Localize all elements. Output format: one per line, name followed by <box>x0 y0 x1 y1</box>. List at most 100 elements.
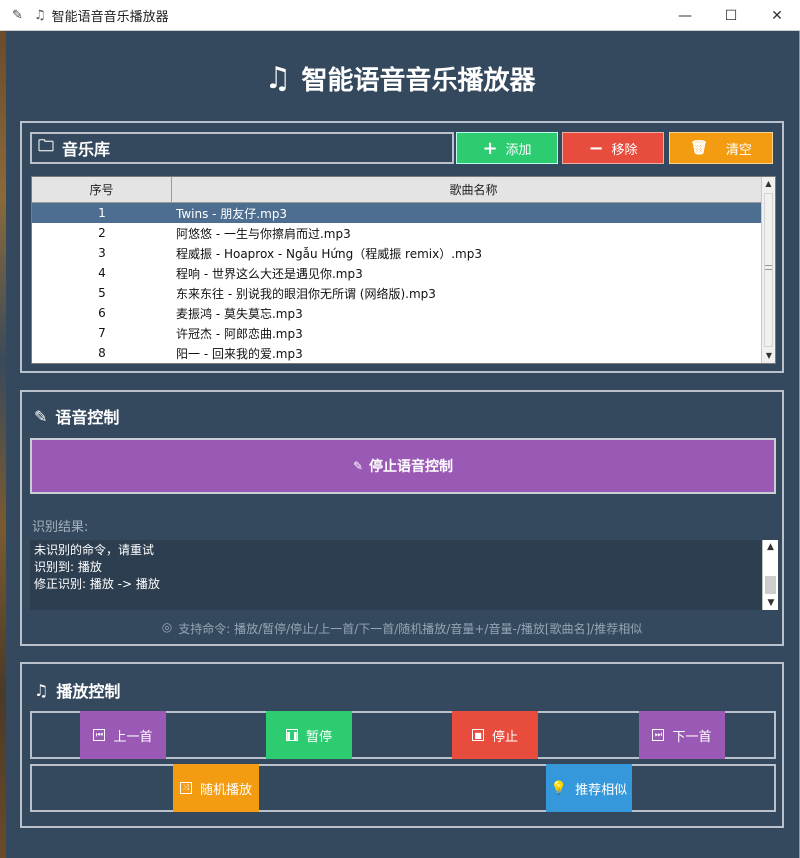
skip-back-icon: ⏮ <box>93 729 106 741</box>
lightbulb-icon: 💡 <box>550 780 568 796</box>
music-note-icon: ♫ <box>34 680 49 700</box>
music-note-icon: ♫ <box>264 61 292 96</box>
result-line: 修正识别: 播放 -> 播放 <box>34 577 160 591</box>
result-line: 识别到: 播放 <box>34 560 102 574</box>
pause-button[interactable]: ❚❚ 暂停 <box>266 711 352 759</box>
playback-header: ♫ 播放控制 <box>34 678 120 702</box>
recommend-label: 推荐相似 <box>575 782 628 798</box>
app-title-text: 智能语音音乐播放器 <box>301 66 536 96</box>
result-scrollbar[interactable]: ▲ ▼ <box>762 540 778 610</box>
table-header: 序号 歌曲名称 <box>32 177 775 203</box>
stop-icon: ■ <box>471 729 484 741</box>
row-index: 3 <box>98 246 106 260</box>
table-row[interactable]: 7 许冠杰 - 阿郎恋曲.mp3 <box>32 323 762 343</box>
background-desktop-strip <box>0 31 6 858</box>
recommend-button[interactable]: 💡 推荐相似 <box>546 764 632 812</box>
remove-button-label: 移除 <box>611 142 638 158</box>
table-row[interactable]: 6 麦振鸿 - 莫失莫忘.mp3 <box>32 303 762 323</box>
scrollbar-thumb[interactable] <box>765 576 776 594</box>
row-song-name: 程威振 - Hoaprox - Ngẫu Hứng（程威振 remix）.mp3 <box>176 246 482 261</box>
row-index: 6 <box>98 306 106 320</box>
row-index: 2 <box>98 226 106 240</box>
scroll-up-icon[interactable]: ▲ <box>763 540 778 554</box>
row-song-name: 东来东往 - 别说我的眼泪你无所谓 (网络版).mp3 <box>176 286 436 301</box>
playback-control-panel: ♫ 播放控制 ⏮ 上一首 ❚❚ 暂停 ■ 停止 ⏭ 下一首 ⤨ 随机播放 💡 推… <box>20 662 784 828</box>
stop-voice-control-button[interactable]: ✎ 停止语音控制 <box>30 438 776 494</box>
table-row[interactable]: 2 阿悠悠 - 一生与你擦肩而过.mp3 <box>32 223 762 243</box>
shuffle-label: 随机播放 <box>199 782 252 798</box>
row-song-name: Twins - 朋友仔.mp3 <box>176 206 288 221</box>
row-index: 4 <box>98 266 106 280</box>
extra-button-row: ⤨ 随机播放 💡 推荐相似 <box>30 764 776 812</box>
previous-button[interactable]: ⏮ 上一首 <box>80 711 166 759</box>
plus-icon: + <box>482 137 498 159</box>
scroll-down-icon[interactable]: ▼ <box>763 596 779 610</box>
table-rows: 1 Twins - 朋友仔.mp3 2 阿悠悠 - 一生与你擦肩而过.mp3 3… <box>32 203 762 363</box>
table-row[interactable]: 1 Twins - 朋友仔.mp3 <box>32 203 762 223</box>
playback-title: 播放控制 <box>56 682 121 701</box>
scrollbar-grip <box>765 265 772 270</box>
maximize-button[interactable]: ☐ <box>708 0 754 31</box>
app-title: ♫ 智能语音音乐播放器 <box>0 60 800 97</box>
supported-commands-text: 支持命令: 播放/暂停/停止/上一首/下一首/随机播放/音量+/音量-/播放[歌… <box>178 622 643 636</box>
row-song-name: 阳一 - 回来我的爱.mp3 <box>176 346 303 361</box>
voice-control-panel: ✎ 语音控制 ✎ 停止语音控制 识别结果: 未识别的命令，请重试 识别到: 播放… <box>20 390 784 646</box>
feather-icon: ✎ <box>12 7 23 23</box>
playback-button-row: ⏮ 上一首 ❚❚ 暂停 ■ 停止 ⏭ 下一首 <box>30 711 776 759</box>
pause-icon: ❚❚ <box>285 729 299 741</box>
row-song-name: 许冠杰 - 阿郎恋曲.mp3 <box>176 326 303 341</box>
stop-voice-control-label: 停止语音控制 <box>369 459 454 475</box>
next-label: 下一首 <box>672 729 712 745</box>
minus-icon: − <box>588 137 604 159</box>
result-line: 未识别的命令，请重试 <box>34 543 155 557</box>
skip-forward-icon: ⏭ <box>652 729 665 741</box>
microphone-icon: ✎ <box>34 406 48 426</box>
remove-button[interactable]: − 移除 <box>562 132 664 164</box>
voice-title: 语音控制 <box>55 408 120 427</box>
close-button[interactable]: ✕ <box>754 0 800 31</box>
table-row[interactable]: 5 东来东往 - 别说我的眼泪你无所谓 (网络版).mp3 <box>32 283 762 303</box>
row-index: 1 <box>98 206 106 220</box>
next-button[interactable]: ⏭ 下一首 <box>639 711 725 759</box>
table-scrollbar[interactable]: ▲ ▼ <box>761 177 775 363</box>
row-song-name: 程响 - 世界这么大还是遇见你.mp3 <box>176 266 363 281</box>
music-note-icon: ♫ <box>34 7 46 23</box>
stop-button[interactable]: ■ 停止 <box>452 711 538 759</box>
recognition-result-text[interactable]: 未识别的命令，请重试 识别到: 播放 修正识别: 播放 -> 播放 ▲ ▼ <box>30 540 778 610</box>
row-index: 7 <box>98 326 106 340</box>
row-index: 8 <box>98 346 106 360</box>
minimize-button[interactable]: — <box>662 0 708 31</box>
trash-icon: 🗑 <box>690 140 708 156</box>
window-title: 智能语音音乐播放器 <box>51 9 169 25</box>
clear-button-label: 清空 <box>725 142 752 158</box>
supported-commands-hint: ◎ 支持命令: 播放/暂停/停止/上一首/下一首/随机播放/音量+/音量-/播放… <box>22 620 782 637</box>
folder-icon: 🗀 <box>38 135 55 155</box>
clear-button[interactable]: 🗑 清空 <box>669 132 773 164</box>
shuffle-button[interactable]: ⤨ 随机播放 <box>173 764 259 812</box>
window-controls: — ☐ ✕ <box>662 0 800 31</box>
add-button[interactable]: + 添加 <box>456 132 558 164</box>
scrollbar-thumb[interactable] <box>764 193 773 347</box>
add-button-label: 添加 <box>505 142 532 158</box>
column-header-name[interactable]: 歌曲名称 <box>172 177 775 202</box>
previous-label: 上一首 <box>113 729 153 745</box>
window-titlebar: ✎ ♫ 智能语音音乐播放器 — ☐ ✕ <box>0 0 800 31</box>
library-panel: 🗀 音乐库 + 添加 − 移除 🗑 清空 序号 歌曲名称 1 Twins - 朋… <box>20 121 784 373</box>
library-header: 🗀 音乐库 <box>30 132 454 164</box>
row-song-name: 麦振鸿 - 莫失莫忘.mp3 <box>176 306 303 321</box>
table-row[interactable]: 8 阳一 - 回来我的爱.mp3 <box>32 343 762 363</box>
voice-header: ✎ 语音控制 <box>34 404 119 428</box>
stop-label: 停止 <box>491 729 518 745</box>
row-index: 5 <box>98 286 106 300</box>
scroll-up-icon[interactable]: ▲ <box>762 177 775 191</box>
shuffle-icon: ⤨ <box>179 782 192 794</box>
microphone-icon: ✎ <box>352 459 364 473</box>
column-header-index[interactable]: 序号 <box>32 177 172 202</box>
table-row[interactable]: 3 程威振 - Hoaprox - Ngẫu Hứng（程威振 remix）.m… <box>32 243 762 263</box>
library-title: 音乐库 <box>62 140 111 159</box>
scroll-down-icon[interactable]: ▼ <box>762 349 775 363</box>
table-row[interactable]: 4 程响 - 世界这么大还是遇见你.mp3 <box>32 263 762 283</box>
target-icon: ◎ <box>161 620 173 634</box>
row-song-name: 阿悠悠 - 一生与你擦肩而过.mp3 <box>176 226 351 241</box>
song-table: 序号 歌曲名称 1 Twins - 朋友仔.mp3 2 阿悠悠 - 一生与你擦肩… <box>31 176 776 364</box>
